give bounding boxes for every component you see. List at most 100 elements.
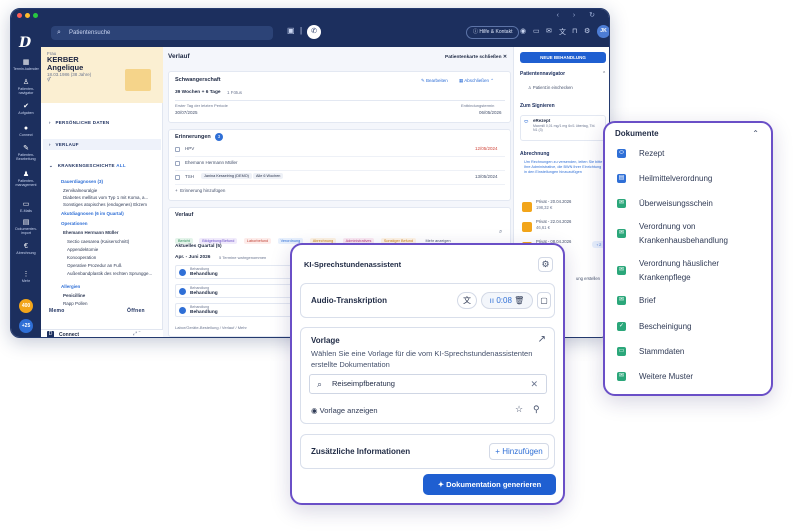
operations-heading[interactable]: Operationen bbox=[61, 221, 88, 226]
chevron-up-icon[interactable]: ⌃ bbox=[752, 129, 759, 138]
patient-header: Frau KERBER Angelique 18.03.1986 (38 Jah… bbox=[41, 47, 163, 103]
trash-icon[interactable]: 🗑 bbox=[514, 296, 524, 305]
operation-item[interactable]: Sectio caesarea (Kaiserschnitt) bbox=[67, 239, 129, 244]
diagnosis-item[interactable]: Sonstiges atopisches (endogenes) Ekzem bbox=[63, 202, 147, 207]
history-entry[interactable]: Behandlung Behandlung bbox=[175, 303, 305, 317]
minimize-window-dot[interactable] bbox=[25, 13, 30, 18]
translate-icon[interactable]: 文 bbox=[457, 292, 477, 309]
clear-icon[interactable]: ✕ bbox=[530, 375, 538, 393]
section-medical-history[interactable]: ⌄ KRANKENGESCHICHTE ALL bbox=[49, 163, 126, 169]
nav-patient-navigator[interactable]: ♙ Patienten-navigator bbox=[11, 79, 41, 95]
operation-item[interactable]: Operative Prozedur an Fuß bbox=[67, 263, 122, 268]
reminder-checkbox[interactable] bbox=[175, 147, 180, 152]
eye-icon[interactable]: ◉ bbox=[520, 27, 526, 35]
fetus-count: 1 Fötus bbox=[227, 90, 243, 95]
nav-patient-editing[interactable]: ✎ Patienten-Bearbeitung bbox=[11, 145, 41, 161]
new-treatment-button[interactable]: NEUE BEHANDLUNG bbox=[520, 52, 606, 63]
reminder-row[interactable]: TSH Janina Kesselring (DEMO) Alle 6 Woch… bbox=[175, 173, 505, 185]
mail-icon[interactable]: ✉ bbox=[546, 27, 552, 35]
settings-icon[interactable]: ⚙ bbox=[584, 27, 590, 35]
diagnosis-item[interactable]: Zervikalneuralgie bbox=[63, 188, 97, 193]
close-window-dot[interactable] bbox=[17, 13, 22, 18]
allergy-item[interactable]: Penicilline bbox=[63, 293, 85, 298]
allergy-item[interactable]: Rapp Pollen bbox=[63, 301, 88, 306]
nav-connect[interactable]: ● Connect bbox=[11, 125, 41, 137]
add-info-button[interactable]: + Hinzufügen bbox=[489, 443, 549, 460]
expand-icon[interactable]: ⤢ ⌃ bbox=[133, 331, 141, 337]
history-entry[interactable]: Behandlung Behandlung bbox=[175, 284, 305, 298]
filter-chip-lab[interactable]: Laborbefund bbox=[243, 238, 272, 244]
nav-more[interactable]: ⋮ Mehr bbox=[11, 271, 41, 283]
document-item-weitere[interactable]: ✉ Weitere Muster bbox=[617, 370, 767, 384]
document-item-heilmittel[interactable]: ▤ Heilmittelverordnung bbox=[617, 172, 767, 186]
operation-item[interactable]: Appendektomie bbox=[67, 247, 98, 252]
invoice-item[interactable]: Privat - 20.04.2026 198,32 € bbox=[536, 199, 571, 210]
reminder-checkbox[interactable] bbox=[175, 175, 180, 180]
memo-open-link[interactable]: Öffnen bbox=[127, 308, 145, 314]
help-contact-button[interactable]: ⓘ Hilfe & Kontakt bbox=[466, 26, 520, 39]
permanent-diagnoses-heading[interactable]: Dauerdiagnosen (3) bbox=[61, 179, 103, 184]
close-patient-card-button[interactable]: Patientenkarte schließen ✕ bbox=[445, 55, 507, 60]
document-item-bescheinigung[interactable]: ✓ Bescheinigung bbox=[617, 320, 767, 334]
template-search-input[interactable]: ⌕ Reiseimpfberatung ✕ bbox=[309, 374, 547, 394]
show-template-link[interactable]: ◉ Vorlage anzeigen bbox=[311, 406, 378, 415]
filter-badge[interactable]: ALL bbox=[116, 163, 126, 168]
card-icon[interactable]: ▭ bbox=[533, 27, 540, 35]
maximize-window-dot[interactable] bbox=[33, 13, 38, 18]
stop-button[interactable]: ▢ bbox=[537, 292, 551, 309]
external-link-icon[interactable]: ↗ bbox=[538, 334, 546, 345]
nav-document-import[interactable]: ▤ Dokumenten-import bbox=[11, 219, 41, 235]
operation-item[interactable]: Außenbandplastik des rechten Sprungge... bbox=[67, 271, 152, 276]
document-item-brief[interactable]: ✉ Brief bbox=[617, 294, 767, 308]
nav-tasks[interactable]: ✔ Aufgaben bbox=[11, 103, 41, 115]
card-reader-icon[interactable]: ▣ bbox=[287, 26, 295, 35]
generate-documentation-button[interactable]: ✦ Dokumentation generieren bbox=[423, 474, 556, 495]
nav-billing[interactable]: € Abrechnung bbox=[11, 243, 41, 255]
document-item-rezept[interactable]: ⬭ Rezept bbox=[617, 147, 767, 161]
user-avatar[interactable]: JK bbox=[597, 25, 609, 38]
diagnosis-item[interactable]: Diabetes mellitus vom Typ 1 mit Koma, a.… bbox=[63, 195, 148, 200]
document-item-krankenpflege[interactable]: ✉ Verordnung häuslicher Krankenpflege bbox=[617, 257, 767, 285]
nav-patient-management[interactable]: ♟ Patienten-management bbox=[11, 171, 41, 187]
pin-icon[interactable]: ⚲ bbox=[533, 404, 540, 415]
section-personal-data[interactable]: › PERSÖNLICHE DATEN bbox=[49, 120, 109, 125]
tasks-icon: ✔ bbox=[23, 103, 29, 110]
chevron-up-icon[interactable]: ⌃ bbox=[602, 71, 606, 77]
add-reminder-button[interactable]: + Erinnerung hinzufügen bbox=[175, 188, 225, 193]
folder-icon[interactable] bbox=[125, 69, 151, 91]
checkin-button[interactable]: ♙ Patient:in einchecken bbox=[528, 85, 573, 91]
create-invoice-link[interactable]: ung erstellen bbox=[576, 276, 600, 282]
reminder-row[interactable]: Ehemann Hermann Müller bbox=[175, 160, 505, 171]
reminder-checkbox[interactable] bbox=[175, 161, 180, 166]
history-entry[interactable]: Behandlung Behandlung bbox=[175, 265, 305, 279]
window-controls bbox=[17, 13, 38, 18]
badge-counter-1[interactable]: 400 bbox=[19, 299, 33, 313]
finish-pregnancy-button[interactable]: ▦ Abschließen ⌃ bbox=[459, 78, 494, 84]
connect-bar[interactable]: D Connect ⤢ ⌃ bbox=[41, 329, 163, 337]
translate-icon[interactable]: 文 bbox=[559, 27, 566, 37]
nav-emails[interactable]: ▭ E-Mails bbox=[11, 201, 41, 213]
document-item-ueberweisung[interactable]: ✉ Überweisungsschein bbox=[617, 197, 767, 211]
reminder-row[interactable]: HPV 12/05/2024 bbox=[175, 146, 505, 157]
erezept-card[interactable]: ⬭ eRezept Maxmill 0,01 mg/1 mg 6x/1 über… bbox=[520, 115, 606, 141]
document-item-krankenhaus[interactable]: ✉ Verordnung von Krankenhausbehandlung bbox=[617, 220, 767, 248]
allergies-heading[interactable]: Allergien bbox=[61, 284, 80, 289]
section-history[interactable]: › VERLAUF bbox=[43, 139, 161, 150]
search-icon[interactable]: ⌕ bbox=[499, 229, 502, 236]
lock-icon[interactable]: ⊓ bbox=[572, 27, 577, 35]
badge-counter-2[interactable]: +25 bbox=[19, 319, 33, 333]
recording-timer[interactable]: ıı 0:08 🗑 bbox=[481, 292, 533, 309]
edit-pregnancy-button[interactable]: ✎ Bearbeiten bbox=[421, 78, 448, 84]
nav-calendar[interactable]: ▦ Termin-kalender bbox=[11, 59, 41, 71]
phone-icon[interactable]: ✆ bbox=[307, 25, 321, 39]
document-item-stammdaten[interactable]: ▭ Stammdaten bbox=[617, 345, 767, 359]
operation-item[interactable]: Konooperation bbox=[67, 255, 96, 260]
clipboard-icon: ▤ bbox=[617, 174, 626, 183]
documents-panel: Dokumente ⌃ ⬭ Rezept ▤ Heilmittelverordn… bbox=[603, 121, 773, 396]
patient-search-input[interactable]: ⌕ Patientensuche bbox=[51, 26, 273, 40]
invoice-item[interactable]: Privat - 22.04.2026 46,61 € bbox=[536, 219, 571, 230]
nav-arrows[interactable]: ‹ › ↻ bbox=[557, 11, 601, 19]
gear-icon[interactable]: ⚙ bbox=[538, 257, 553, 272]
star-icon[interactable]: ☆ bbox=[515, 404, 523, 415]
acute-diagnoses-heading[interactable]: Akutdiagnosen (6 im Quartal) bbox=[61, 211, 124, 216]
